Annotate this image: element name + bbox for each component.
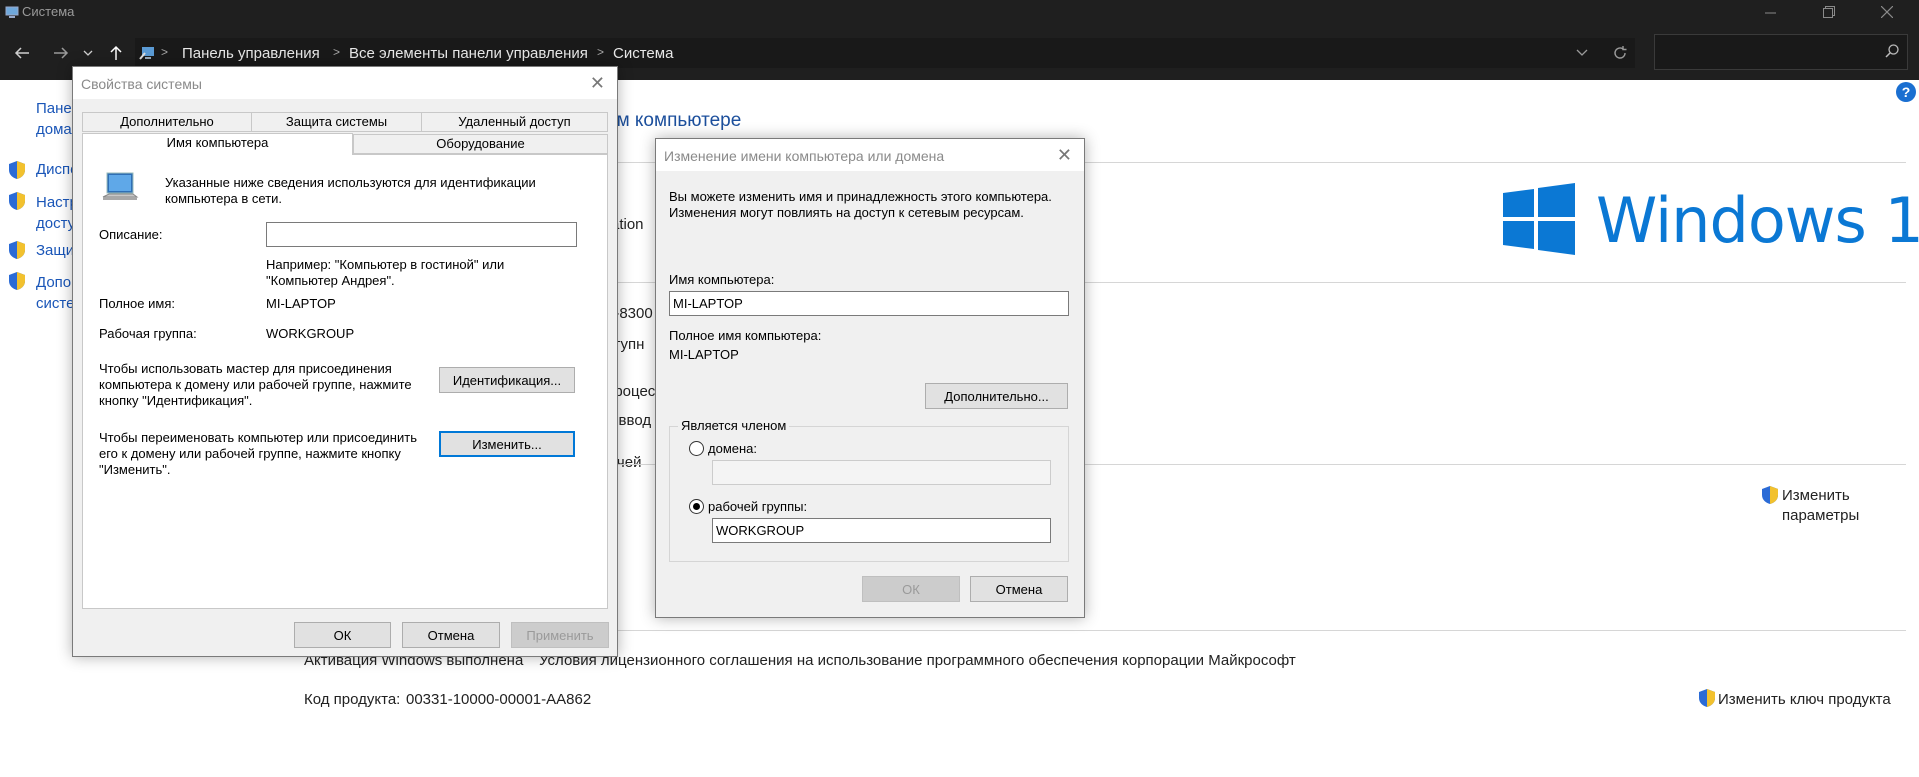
info-text: Вы можете изменить имя и принадлежность … — [669, 189, 1052, 220]
chevron-down-icon — [83, 50, 93, 56]
tab-hardware[interactable]: Оборудование — [353, 134, 608, 154]
left-nav-advanced-settings[interactable]: Допо систе — [36, 272, 74, 314]
description-field[interactable] — [266, 222, 577, 247]
wizard-text: Чтобы использовать мастер для присоедине… — [99, 361, 412, 408]
workgroup-label: рабочей группы: — [708, 499, 808, 514]
domain-radio[interactable] — [689, 441, 704, 456]
refresh-button[interactable] — [1605, 38, 1635, 68]
windows-logo-icon — [1503, 183, 1575, 255]
up-button[interactable] — [104, 41, 128, 65]
full-computer-name-value: MI-LAPTOP — [669, 347, 739, 362]
example-text: Например: "Компьютер в гостиной" или "Ко… — [266, 257, 505, 288]
address-history-button[interactable] — [1567, 38, 1597, 68]
license-terms-link[interactable]: Условия лицензионного соглашения на испо… — [539, 652, 1296, 669]
close-button[interactable] — [1864, 0, 1910, 24]
control-panel-icon — [139, 47, 154, 60]
shield-icon — [9, 192, 25, 210]
member-of-group: Является членом домена: рабочей группы: — [669, 418, 1069, 562]
breadcrumb-separator: > — [333, 45, 341, 59]
apply-button[interactable]: Применить — [511, 622, 609, 648]
left-nav-home[interactable]: Пане дома — [36, 98, 72, 140]
minimize-icon — [1764, 12, 1776, 13]
system-app-icon — [5, 6, 19, 18]
domain-field[interactable] — [712, 460, 1051, 485]
search-box[interactable] — [1654, 34, 1908, 70]
recent-locations-button[interactable] — [80, 41, 96, 65]
breadcrumb-separator: > — [597, 45, 605, 59]
dialog-title-bar: Изменение имени компьютера или домена ✕ — [656, 139, 1084, 171]
shield-icon — [1762, 486, 1778, 504]
title-bar: Система — [0, 0, 1919, 24]
product-key-label: Код продукта: — [304, 691, 401, 708]
dialog-title: Изменение имени компьютера или домена — [664, 148, 945, 164]
left-nav-system-protection[interactable]: Защи — [36, 242, 74, 259]
member-of-label: Является членом — [678, 418, 790, 433]
shield-icon — [9, 272, 25, 290]
tab-system-protection[interactable]: Защита системы — [251, 112, 422, 132]
workgroup-value: WORKGROUP — [266, 326, 355, 341]
computer-name-label: Имя компьютера: — [669, 272, 775, 287]
cancel-button[interactable]: Отмена — [970, 576, 1068, 602]
search-icon — [1885, 44, 1899, 58]
window-title: Система — [22, 4, 75, 19]
minimize-button[interactable] — [1747, 0, 1793, 24]
identify-button[interactable]: Идентификация... — [439, 367, 575, 393]
shield-icon — [9, 241, 25, 259]
search-input[interactable] — [1661, 41, 1871, 63]
computer-icon — [102, 172, 139, 200]
restore-icon — [1823, 6, 1835, 18]
close-icon[interactable]: ✕ — [590, 73, 605, 94]
full-name-label: Полное имя: — [99, 296, 175, 311]
arrow-right-icon — [54, 47, 69, 59]
description-label: Описание: — [99, 227, 163, 242]
arrow-left-icon — [14, 47, 29, 59]
windows-10-logo-text: Windows 10 — [1596, 184, 1919, 257]
change-button[interactable]: Изменить... — [439, 431, 575, 457]
computer-name-field[interactable] — [669, 291, 1069, 316]
breadcrumb-control-panel[interactable]: Панель управления — [182, 45, 320, 62]
change-product-key-link[interactable]: Изменить ключ продукта — [1718, 691, 1891, 708]
close-icon — [1881, 6, 1893, 18]
chevron-down-icon — [1576, 49, 1588, 56]
more-button[interactable]: Дополнительно... — [925, 383, 1068, 409]
breadcrumb-system[interactable]: Система — [613, 45, 673, 62]
refresh-icon — [1614, 46, 1627, 59]
rename-computer-dialog: Изменение имени компьютера или домена ✕ … — [655, 138, 1085, 618]
shield-icon — [9, 161, 25, 179]
cancel-button[interactable]: Отмена — [402, 622, 500, 648]
close-icon[interactable]: ✕ — [1057, 145, 1072, 166]
workgroup-label: Рабочая группа: — [99, 326, 197, 341]
breadcrumb-separator: > — [161, 45, 169, 59]
back-button[interactable] — [10, 41, 34, 65]
help-icon[interactable]: ? — [1896, 82, 1916, 102]
info-text: Указанные ниже сведения используются для… — [165, 175, 536, 206]
forward-button[interactable] — [49, 41, 73, 65]
address-bar[interactable]: > Панель управления > Все элементы панел… — [135, 38, 1635, 68]
dialog-title: Свойства системы — [81, 76, 202, 92]
system-properties-dialog: Свойства системы ✕ Дополнительно Защита … — [72, 66, 618, 657]
full-name-value: MI-LAPTOP — [266, 296, 336, 311]
page-header: ем компьютере — [606, 110, 742, 131]
workgroup-field[interactable] — [712, 518, 1051, 543]
tab-advanced[interactable]: Дополнительно — [82, 112, 252, 132]
domain-label: домена: — [708, 441, 758, 456]
full-computer-name-label: Полное имя компьютера: — [669, 328, 822, 343]
rename-text: Чтобы переименовать компьютер или присое… — [99, 430, 417, 477]
product-key-value: 00331-10000-00001-AA862 — [406, 691, 592, 708]
divider — [606, 630, 1906, 631]
ok-button[interactable]: ОК — [294, 622, 391, 648]
workgroup-radio[interactable] — [689, 499, 704, 514]
ok-button[interactable]: ОК — [862, 576, 960, 602]
restore-button[interactable] — [1806, 0, 1852, 24]
arrow-up-icon — [110, 45, 122, 60]
shield-icon — [1699, 689, 1715, 707]
tab-remote-access[interactable]: Удаленный доступ — [421, 112, 608, 132]
change-settings-link[interactable]: Изменить параметры — [1782, 486, 1859, 526]
dialog-title-bar: Свойства системы ✕ — [73, 67, 617, 99]
tab-computer-name[interactable]: Имя компьютера — [82, 133, 353, 155]
breadcrumb-all-items[interactable]: Все элементы панели управления — [349, 45, 588, 62]
